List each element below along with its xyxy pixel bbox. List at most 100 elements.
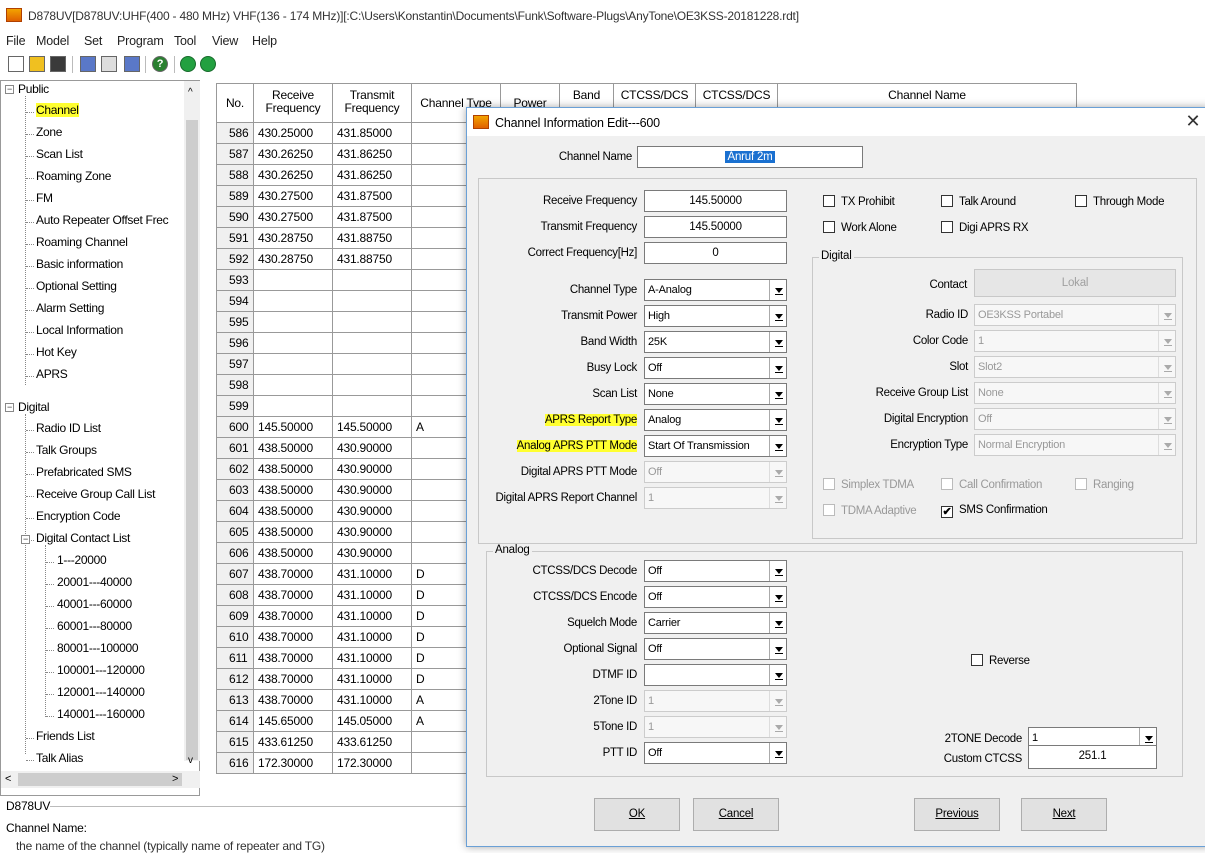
down-icon[interactable]: [200, 56, 216, 72]
five-tone-id-select[interactable]: 1: [644, 716, 787, 738]
through-mode-checkbox[interactable]: Through Mode: [1075, 195, 1165, 208]
channel-type-select[interactable]: A-Analog: [644, 279, 787, 301]
tree-item-prefabricated-sms[interactable]: Prefabricated SMS: [36, 465, 132, 479]
tree-item-zone[interactable]: Zone: [36, 125, 62, 139]
tree-item-receive-group-call-list[interactable]: Receive Group Call List: [36, 487, 155, 501]
tree-item-contact-range[interactable]: 100001---120000: [57, 663, 145, 677]
previous-button[interactable]: Previous: [914, 798, 1000, 831]
collapse-digital-icon[interactable]: −: [5, 403, 14, 412]
column-header-rx[interactable]: Receive Frequency: [253, 83, 333, 123]
digital-encryption-select[interactable]: Off: [974, 408, 1176, 430]
digi-aprs-rx-checkbox[interactable]: Digi APRS RX: [941, 221, 1029, 234]
column-header-tx[interactable]: Transmit Frequency: [332, 83, 412, 123]
tree-item-optional-setting[interactable]: Optional Setting: [36, 279, 117, 293]
correct-frequency-field[interactable]: 0: [644, 242, 787, 264]
tree-item-contact-range[interactable]: 20001---40000: [57, 575, 132, 589]
transmit-power-select[interactable]: High: [644, 305, 787, 327]
sms-confirmation-checkbox[interactable]: ✔ SMS Confirmation: [941, 504, 1048, 518]
menu-help[interactable]: Help: [252, 34, 277, 48]
ptt-id-select[interactable]: Off: [644, 742, 787, 764]
new-icon[interactable]: [8, 56, 24, 72]
tree-item-contact-range[interactable]: 1---20000: [57, 553, 107, 567]
two-tone-id-select[interactable]: 1: [644, 690, 787, 712]
channel-name-field[interactable]: Anruf 2m: [637, 146, 863, 168]
tree-item-basic-information[interactable]: Basic information: [36, 257, 123, 271]
open-icon[interactable]: [29, 56, 45, 72]
call-confirmation-checkbox[interactable]: Call Confirmation: [941, 478, 1042, 491]
tree-item-alarm-setting[interactable]: Alarm Setting: [36, 301, 104, 315]
tree-item-roaming-channel[interactable]: Roaming Channel: [36, 235, 128, 249]
analog-aprs-ptt-select[interactable]: Start Of Transmission: [644, 435, 787, 457]
squelch-mode-select[interactable]: Carrier: [644, 612, 787, 634]
menu-tool[interactable]: Tool: [174, 34, 196, 48]
reverse-checkbox[interactable]: Reverse: [971, 654, 1030, 667]
tree-item-contact-range[interactable]: 60001---80000: [57, 619, 132, 633]
simplex-tdma-checkbox[interactable]: Simplex TDMA: [823, 478, 914, 491]
menu-set[interactable]: Set: [84, 34, 102, 48]
tree-item-local-information[interactable]: Local Information: [36, 323, 123, 337]
tree-node-public[interactable]: Public: [18, 82, 49, 96]
menu-view[interactable]: View: [212, 34, 238, 48]
digital-aprs-channel-select[interactable]: 1: [644, 487, 787, 509]
encryption-type-select[interactable]: Normal Encryption: [974, 434, 1176, 456]
cancel-button[interactable]: Cancel: [693, 798, 779, 831]
band-width-select[interactable]: 25K: [644, 331, 787, 353]
tree-hscroll-thumb[interactable]: [18, 773, 182, 786]
tree-item-contact-range[interactable]: 40001---60000: [57, 597, 132, 611]
busy-lock-select[interactable]: Off: [644, 357, 787, 379]
optional-signal-select[interactable]: Off: [644, 638, 787, 660]
tree-item-talk-groups[interactable]: Talk Groups: [36, 443, 97, 457]
custom-ctcss-field[interactable]: 251.1: [1028, 745, 1157, 769]
collapse-public-icon[interactable]: −: [5, 85, 14, 94]
next-button[interactable]: Next: [1021, 798, 1107, 831]
radio-id-select[interactable]: OE3KSS Portabel: [974, 304, 1176, 326]
slot-select[interactable]: Slot2: [974, 356, 1176, 378]
tree-item-scan-list[interactable]: Scan List: [36, 147, 83, 161]
digital-aprs-ptt-select[interactable]: Off: [644, 461, 787, 483]
collapse-contact-list-icon[interactable]: −: [21, 535, 30, 544]
up-icon[interactable]: [180, 56, 196, 72]
rx-frequency-field[interactable]: 145.50000: [644, 190, 787, 212]
column-header-no[interactable]: No.: [216, 83, 254, 123]
export-icon[interactable]: [124, 56, 140, 72]
tree-item-contact-range[interactable]: 120001---140000: [57, 685, 145, 699]
color-code-select[interactable]: 1: [974, 330, 1176, 352]
scroll-up-icon[interactable]: ^: [188, 87, 193, 98]
tree-item-encryption-code[interactable]: Encryption Code: [36, 509, 121, 523]
dtmf-id-select[interactable]: [644, 664, 787, 686]
scroll-right-icon[interactable]: >: [172, 773, 178, 785]
ctcss-encode-select[interactable]: Off: [644, 586, 787, 608]
tree-item-digital-contact-list[interactable]: Digital Contact List: [36, 531, 130, 545]
tree-item-channel[interactable]: Channel: [36, 103, 79, 117]
tree-item-contact-range[interactable]: 140001---160000: [57, 707, 145, 721]
contact-button[interactable]: Lokal: [974, 269, 1176, 297]
ok-button[interactable]: OK: [594, 798, 680, 831]
tree-item-auto-repeater-offset-frec[interactable]: Auto Repeater Offset Frec: [36, 213, 169, 227]
tree-item-talk-alias[interactable]: Talk Alias: [36, 751, 83, 765]
aprs-report-type-select[interactable]: Analog: [644, 409, 787, 431]
rx-group-list-select[interactable]: None: [974, 382, 1176, 404]
menu-file[interactable]: File: [6, 34, 26, 48]
tdma-adaptive-checkbox[interactable]: TDMA Adaptive: [823, 504, 917, 517]
close-icon[interactable]: ✕: [1183, 111, 1203, 132]
help-icon[interactable]: ?: [152, 56, 168, 72]
menu-program[interactable]: Program: [117, 34, 164, 48]
tree-item-aprs[interactable]: APRS: [36, 367, 68, 381]
write-radio-icon[interactable]: [101, 56, 117, 72]
read-radio-icon[interactable]: [80, 56, 96, 72]
tx-prohibit-checkbox[interactable]: TX Prohibit: [823, 195, 895, 208]
tree-item-radio-id-list[interactable]: Radio ID List: [36, 421, 101, 435]
ranging-checkbox[interactable]: Ranging: [1075, 478, 1134, 491]
menu-model[interactable]: Model: [36, 34, 69, 48]
scroll-down-icon[interactable]: v: [188, 755, 193, 766]
tree-item-contact-range[interactable]: 80001---100000: [57, 641, 139, 655]
save-icon[interactable]: [50, 56, 66, 72]
tx-frequency-field[interactable]: 145.50000: [644, 216, 787, 238]
tree-item-hot-key[interactable]: Hot Key: [36, 345, 77, 359]
scroll-left-icon[interactable]: <: [5, 773, 11, 785]
ctcss-decode-select[interactable]: Off: [644, 560, 787, 582]
tree-item-fm[interactable]: FM: [36, 191, 53, 205]
scan-list-select[interactable]: None: [644, 383, 787, 405]
talk-around-checkbox[interactable]: Talk Around: [941, 195, 1016, 208]
work-alone-checkbox[interactable]: Work Alone: [823, 221, 897, 234]
